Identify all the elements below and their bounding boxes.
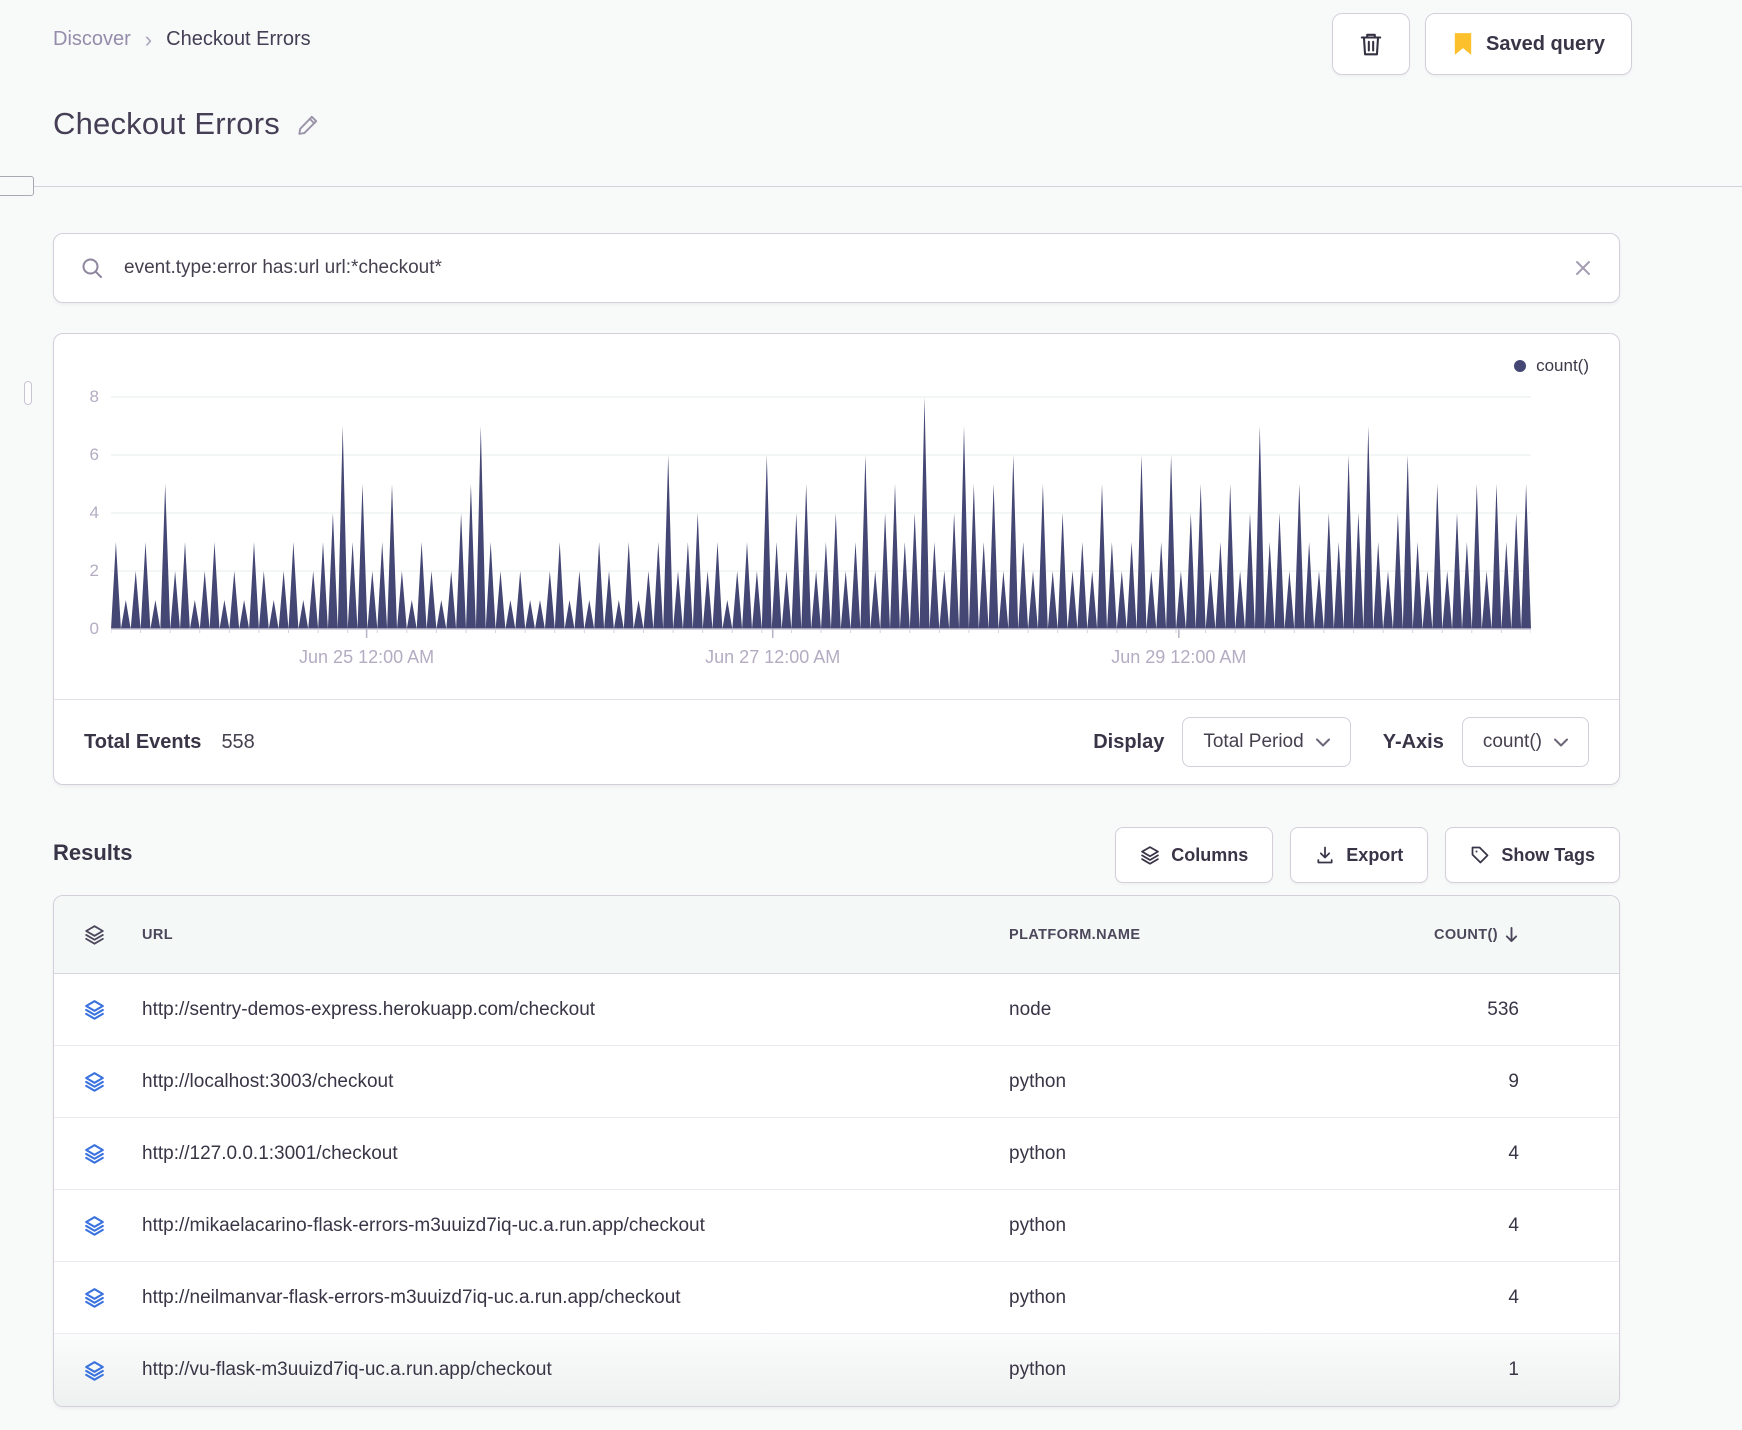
sidebar-collapse-handle[interactable] — [0, 176, 34, 196]
url-cell[interactable]: http://127.0.0.1:3001/checkout — [142, 1143, 1009, 1165]
layers-icon[interactable] — [84, 1360, 142, 1381]
trash-icon — [1358, 31, 1384, 57]
saved-query-button[interactable]: Saved query — [1425, 13, 1632, 75]
delete-query-button[interactable] — [1332, 13, 1411, 75]
saved-query-label: Saved query — [1486, 32, 1605, 55]
y-tick-label: 2 — [89, 561, 99, 580]
table-row[interactable]: http://localhost:3003/checkout python 9 — [54, 1046, 1619, 1118]
legend-dot-icon — [1514, 360, 1527, 372]
breadcrumb-current: Checkout Errors — [166, 28, 311, 50]
y-tick-label: 6 — [89, 445, 99, 464]
chevron-right-icon: › — [144, 26, 153, 52]
results-actions: Columns Export Show Tags — [1115, 827, 1620, 883]
events-chart-panel: count() 0 2 4 6 8 Jun 25 12:00 AM Jun 27 12:0… — [53, 333, 1620, 785]
yaxis-dropdown[interactable]: count() — [1461, 717, 1589, 767]
url-cell[interactable]: http://localhost:3003/checkout — [142, 1071, 1009, 1093]
sort-desc-arrow-icon — [1504, 926, 1519, 943]
layers-icon[interactable] — [84, 1287, 142, 1308]
platform-cell: python — [1009, 1286, 1067, 1308]
table-row[interactable]: http://vu-flask-m3uuizd7iq-uc.a.run.app/… — [54, 1334, 1619, 1406]
chart-legend[interactable]: count() — [1514, 356, 1589, 376]
y-tick-label: 8 — [89, 387, 99, 406]
count-cell: 4 — [1508, 1286, 1519, 1308]
close-icon — [1573, 258, 1593, 278]
download-icon — [1315, 845, 1335, 865]
count-cell: 4 — [1508, 1142, 1519, 1164]
url-cell[interactable]: http://vu-flask-m3uuizd7iq-uc.a.run.app/… — [142, 1359, 1009, 1381]
x-tick-label: Jun 25 12:00 AM — [299, 647, 435, 667]
count-cell: 9 — [1508, 1070, 1519, 1092]
show-tags-button[interactable]: Show Tags — [1445, 827, 1620, 883]
url-cell[interactable]: http://sentry-demos-express.herokuapp.co… — [142, 999, 1009, 1021]
search-icon — [80, 256, 104, 280]
search-bar[interactable]: event.type:error has:url url:*checkout* — [53, 233, 1620, 303]
chart-area-series — [111, 396, 1531, 638]
table-row[interactable]: http://neilmanvar-flask-errors-m3uuizd7i… — [54, 1262, 1619, 1334]
platform-cell: python — [1009, 1214, 1067, 1236]
layers-icon[interactable] — [84, 1215, 142, 1236]
platform-cell: python — [1009, 1142, 1067, 1164]
header-actions: Saved query — [1332, 13, 1632, 75]
table-row[interactable]: http://127.0.0.1:3001/checkout python 4 — [54, 1118, 1619, 1190]
platform-cell: python — [1009, 1359, 1067, 1380]
breadcrumb: Discover › Checkout Errors — [53, 28, 311, 51]
x-tick-label: Jun 29 12:00 AM — [1111, 647, 1247, 667]
bookmark-icon — [1452, 32, 1474, 56]
layers-icon[interactable] — [84, 1071, 142, 1092]
display-label: Display — [1093, 730, 1165, 753]
yaxis-dropdown-value: count() — [1482, 731, 1542, 752]
chevron-down-icon — [1554, 738, 1568, 747]
url-cell[interactable]: http://neilmanvar-flask-errors-m3uuizd7i… — [142, 1287, 1009, 1309]
table-row[interactable]: http://mikaelacarino-flask-errors-m3uuiz… — [54, 1190, 1619, 1262]
count-cell: 536 — [1487, 998, 1519, 1020]
table-header: URL PLATFORM.NAME COUNT() — [54, 896, 1619, 974]
column-header-count-label: COUNT() — [1433, 926, 1498, 943]
total-events-label: Total Events — [84, 730, 202, 753]
export-button[interactable]: Export — [1290, 827, 1429, 883]
column-header-count[interactable]: COUNT() — [1369, 926, 1519, 943]
platform-cell: python — [1009, 1070, 1067, 1092]
platform-cell: node — [1009, 998, 1052, 1020]
layers-icon[interactable] — [84, 924, 142, 945]
y-tick-label: 0 — [89, 619, 99, 638]
search-query-input[interactable]: event.type:error has:url url:*checkout* — [124, 257, 1553, 279]
layers-icon — [1140, 845, 1160, 865]
url-cell[interactable]: http://mikaelacarino-flask-errors-m3uuiz… — [142, 1215, 1009, 1237]
show-tags-button-label: Show Tags — [1501, 844, 1595, 865]
layers-icon[interactable] — [84, 999, 142, 1020]
count-cell: 4 — [1508, 1214, 1519, 1236]
yaxis-label: Y-Axis — [1382, 730, 1444, 753]
display-dropdown-value: Total Period — [1203, 731, 1304, 752]
chevron-down-icon — [1315, 738, 1330, 747]
total-events: Total Events 558 — [84, 731, 255, 754]
chart-footer: Total Events 558 Display Total Period Y-… — [54, 699, 1619, 784]
total-events-value: 558 — [221, 730, 255, 753]
y-tick-label: 4 — [89, 503, 99, 522]
chart-plot[interactable]: 0 2 4 6 8 Jun 25 12:00 AM Jun 27 12:00 AM Jun … — [90, 387, 1531, 667]
columns-button[interactable]: Columns — [1115, 827, 1274, 883]
scroll-handle[interactable] — [24, 381, 32, 405]
discover-saved-query-page: Discover › Checkout Errors Saved query C… — [0, 0, 1742, 1430]
page-title-row: Checkout Errors — [53, 106, 321, 142]
export-button-label: Export — [1346, 844, 1404, 865]
clear-search-button[interactable] — [1573, 258, 1593, 278]
legend-label: count() — [1536, 356, 1589, 375]
column-header-platform[interactable]: PLATFORM.NAME — [1009, 927, 1369, 943]
column-header-url[interactable]: URL — [142, 927, 1009, 943]
table-row[interactable]: http://sentry-demos-express.herokuapp.co… — [54, 974, 1619, 1046]
layers-icon[interactable] — [84, 1143, 142, 1164]
page-title: Checkout Errors — [53, 106, 280, 141]
tag-icon — [1470, 845, 1490, 865]
results-heading: Results — [53, 840, 133, 865]
display-dropdown[interactable]: Total Period — [1182, 717, 1351, 767]
header-divider — [0, 186, 1742, 187]
count-cell: 1 — [1508, 1359, 1519, 1380]
edit-title-pencil-icon[interactable] — [296, 112, 321, 137]
breadcrumb-discover-link[interactable]: Discover — [53, 28, 131, 51]
columns-button-label: Columns — [1171, 844, 1249, 865]
chart-controls: Display Total Period Y-Axis count() — [1079, 717, 1589, 767]
results-table: URL PLATFORM.NAME COUNT() http://sentry-… — [53, 895, 1620, 1407]
x-tick-label: Jun 27 12:00 AM — [705, 647, 841, 667]
